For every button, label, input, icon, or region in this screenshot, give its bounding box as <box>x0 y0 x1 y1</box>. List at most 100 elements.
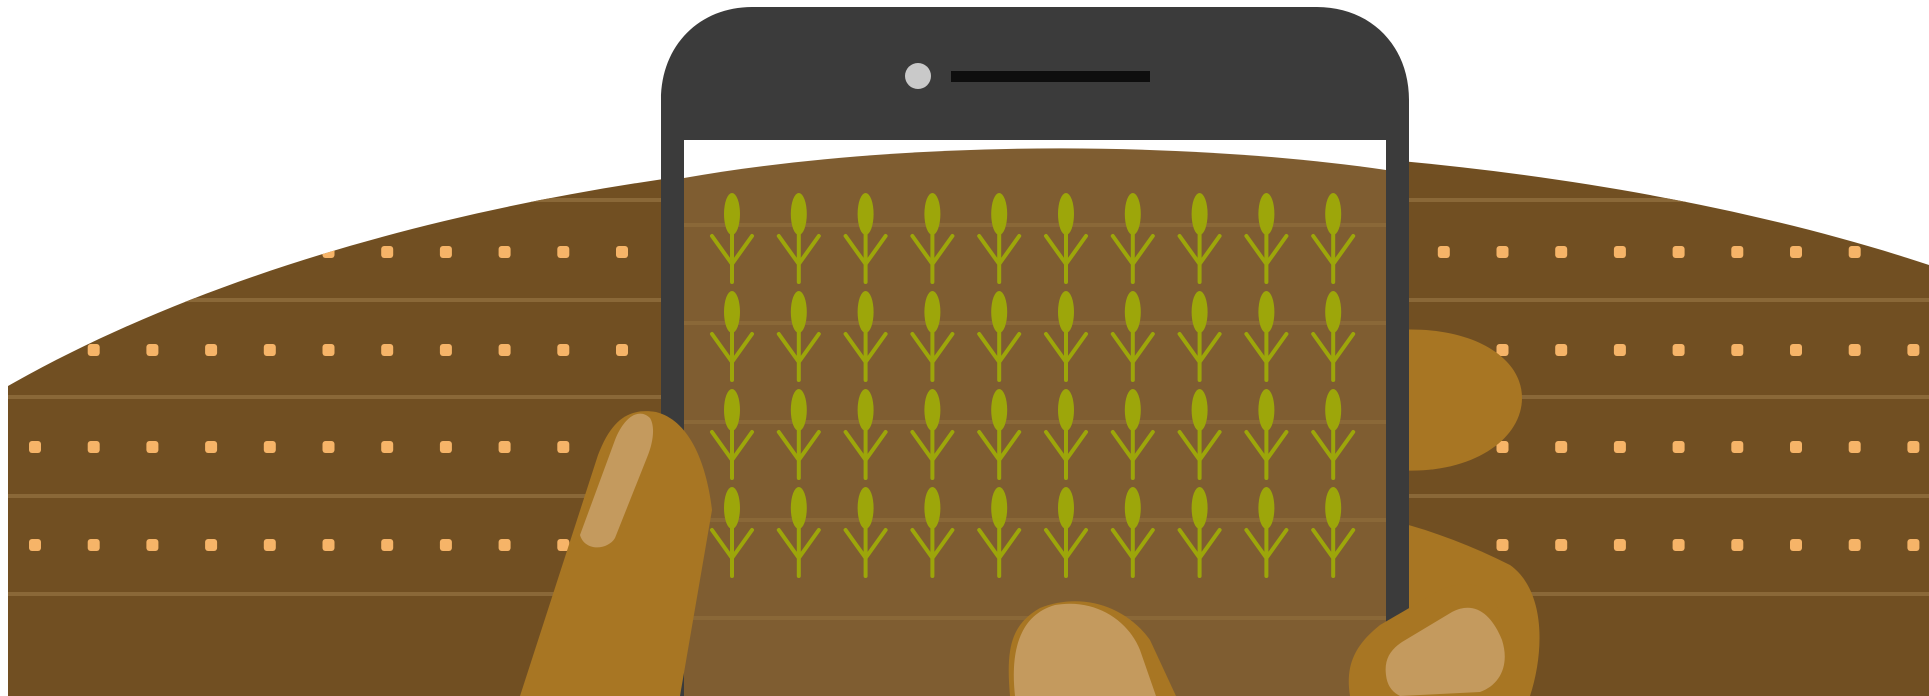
seed-dot <box>1790 246 1802 258</box>
sprout-leaf <box>1124 291 1141 333</box>
seed-dot <box>1496 246 1509 258</box>
sprout-leaf <box>991 487 1008 529</box>
sprout-leaf <box>790 487 807 529</box>
sprout-leaf <box>857 193 874 235</box>
sprout-leaf <box>924 389 941 431</box>
seed-dot <box>381 441 394 453</box>
seed-dot <box>87 344 100 356</box>
seed-dot <box>146 539 159 551</box>
seed-dot <box>1731 441 1744 453</box>
seed-dot <box>1555 246 1568 258</box>
sprout-leaf <box>991 291 1008 333</box>
seed-dot <box>205 539 218 551</box>
sprout-leaf <box>790 291 807 333</box>
seed-dot <box>1613 539 1626 551</box>
sprout-leaf <box>1191 291 1208 333</box>
seed-dot <box>1496 539 1509 551</box>
sprout-leaf <box>1124 389 1141 431</box>
smartphone <box>661 7 1409 696</box>
sprout-leaf <box>1258 193 1275 235</box>
seed-dot <box>263 344 276 356</box>
sprout-leaf <box>924 291 941 333</box>
seed-dot <box>1907 539 1920 551</box>
sprout-leaf <box>1124 193 1141 235</box>
sprout-leaf <box>924 193 941 235</box>
seed-dot <box>616 344 628 356</box>
seed-dot <box>1555 344 1568 356</box>
seed-dot <box>1672 539 1685 551</box>
sprout-leaf <box>1058 291 1074 333</box>
seed-dot <box>439 441 452 453</box>
sprout-leaf <box>1058 487 1074 529</box>
sprout-leaf <box>1058 389 1074 431</box>
seed-dot <box>322 344 335 356</box>
seed-dot <box>498 344 511 356</box>
seed-dot <box>322 441 335 453</box>
seed-dot <box>498 539 511 551</box>
seed-dot <box>1848 539 1861 551</box>
seed-dot <box>1731 344 1744 356</box>
seed-dot <box>1672 344 1685 356</box>
seed-dot <box>1848 441 1861 453</box>
seed-dot <box>498 246 511 258</box>
sprout-leaf <box>991 193 1008 235</box>
seed-dot <box>557 539 570 551</box>
seed-dot <box>1613 246 1626 258</box>
seed-dot <box>1848 246 1861 258</box>
seed-dot <box>439 344 452 356</box>
seed-dot <box>1731 246 1744 258</box>
seed-dot <box>146 441 159 453</box>
seed-dot <box>322 539 335 551</box>
seed-dot <box>263 539 276 551</box>
seed-dot <box>557 344 570 356</box>
seed-dot <box>1555 539 1568 551</box>
sprout-leaf <box>1325 193 1342 235</box>
seed-dot <box>439 539 452 551</box>
sprout-leaf <box>1325 389 1342 431</box>
seed-dot <box>1672 246 1685 258</box>
seed-dot <box>557 441 570 453</box>
sprout-leaf <box>924 487 941 529</box>
seed-dot <box>1907 344 1920 356</box>
seed-dot <box>1555 441 1568 453</box>
seed-dot <box>29 441 41 453</box>
sprout-leaf <box>1258 389 1275 431</box>
sprout-leaf <box>1258 291 1275 333</box>
seed-dot <box>87 539 100 551</box>
sprout-leaf <box>857 389 874 431</box>
sprout-leaf <box>790 193 807 235</box>
sprout-leaf <box>724 389 740 431</box>
sprout-leaf <box>1258 487 1275 529</box>
screen-furrow-line <box>684 223 1386 227</box>
sprout-leaf <box>724 193 740 235</box>
sprout-leaf <box>857 291 874 333</box>
screen-furrow-line <box>684 518 1386 522</box>
sprout-leaf <box>1191 487 1208 529</box>
sprout-leaf <box>1325 487 1342 529</box>
speaker-grille <box>951 71 1150 82</box>
seed-dot <box>557 246 570 258</box>
seed-dot <box>263 441 276 453</box>
illustration-scene <box>0 0 1929 696</box>
screen-furrow-line <box>684 420 1386 424</box>
screen-furrow-line <box>684 321 1386 325</box>
sprout-leaf <box>991 389 1008 431</box>
seed-dot <box>87 441 100 453</box>
seed-dot <box>381 344 394 356</box>
seed-dot <box>1613 344 1626 356</box>
seed-dot <box>616 246 628 258</box>
seed-dot <box>439 246 452 258</box>
sprout-leaf <box>724 487 740 529</box>
seed-dot <box>381 539 394 551</box>
seed-dot <box>1790 539 1802 551</box>
sprout-leaf <box>790 389 807 431</box>
seed-dot <box>1907 441 1920 453</box>
seed-dot <box>1848 344 1861 356</box>
sprout-leaf <box>1325 291 1342 333</box>
sprout-leaf <box>1191 389 1208 431</box>
seed-dot <box>498 441 511 453</box>
seed-dot <box>1437 246 1450 258</box>
seed-dot <box>29 539 41 551</box>
seed-dot <box>205 441 218 453</box>
sprout-leaf <box>1124 487 1141 529</box>
